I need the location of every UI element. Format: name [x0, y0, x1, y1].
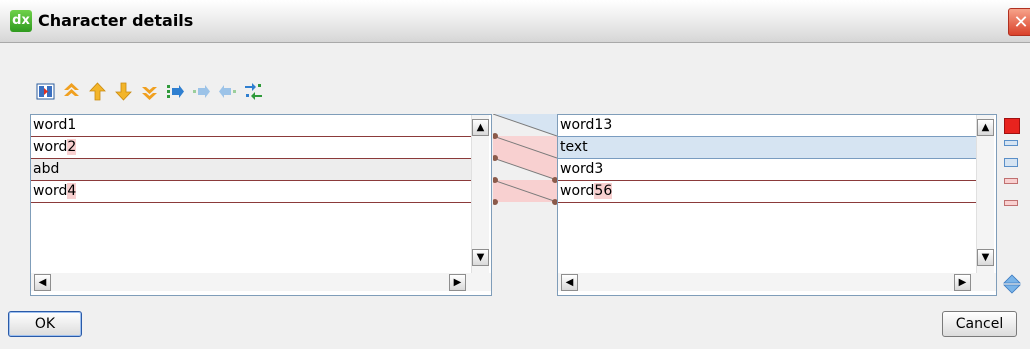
close-button[interactable]: ✕: [1008, 8, 1030, 36]
vertical-scrollbar[interactable]: ▲ ▼: [976, 115, 994, 275]
toolbar: [36, 80, 263, 102]
scroll-up-button[interactable]: ▲: [472, 119, 489, 136]
scroll-left-button[interactable]: ◀: [34, 274, 51, 291]
right-text-list[interactable]: word13 text word3 word56 ▲ ▼ ◀ ▶: [557, 114, 997, 296]
window-title: Character details: [38, 11, 194, 30]
current-diff-marker[interactable]: [1004, 118, 1020, 134]
left-text-list[interactable]: word1 word2 abd word4 ▲ ▼ ◀ ▶: [30, 114, 492, 296]
title-bar: dx Character details ✕: [0, 0, 1030, 43]
scroll-right-button[interactable]: ▶: [449, 274, 466, 291]
ok-button[interactable]: OK: [8, 311, 82, 337]
merge-all-icon[interactable]: [244, 82, 263, 101]
last-diff-icon[interactable]: [140, 82, 159, 101]
copy-right-icon[interactable]: [166, 82, 185, 101]
copy-right-next-icon[interactable]: [192, 82, 211, 101]
horizontal-scrollbar[interactable]: ◀ ▶: [558, 273, 996, 291]
removed-marker[interactable]: [1004, 200, 1018, 206]
scroll-down-button[interactable]: ▼: [977, 249, 994, 266]
list-item[interactable]: word1: [31, 115, 471, 137]
scroll-up-button[interactable]: ▲: [977, 119, 994, 136]
diff-connector: [493, 114, 557, 205]
vertical-scrollbar[interactable]: ▲ ▼: [471, 115, 489, 275]
cancel-button[interactable]: Cancel: [942, 311, 1017, 337]
navigate-updown-icon[interactable]: [1002, 274, 1022, 294]
next-diff-icon[interactable]: [114, 82, 133, 101]
list-item[interactable]: word3: [558, 159, 976, 181]
removed-marker[interactable]: [1004, 178, 1018, 184]
scroll-left-button[interactable]: ◀: [561, 274, 578, 291]
diff-overview-strip[interactable]: [1000, 114, 1024, 296]
list-item[interactable]: word2: [31, 137, 471, 159]
list-item[interactable]: text: [558, 137, 976, 159]
list-item[interactable]: abd: [31, 159, 471, 181]
scroll-right-button[interactable]: ▶: [954, 274, 971, 291]
list-item[interactable]: word13: [558, 115, 976, 137]
app-icon: dx: [10, 10, 32, 32]
copy-left-icon[interactable]: [218, 82, 237, 101]
changed-marker[interactable]: [1004, 158, 1018, 167]
horizontal-scrollbar[interactable]: ◀ ▶: [31, 273, 491, 291]
changed-marker[interactable]: [1004, 140, 1018, 146]
prev-diff-icon[interactable]: [88, 81, 107, 101]
list-item[interactable]: word56: [558, 181, 976, 203]
compare-icon[interactable]: [36, 82, 55, 101]
scroll-down-button[interactable]: ▼: [472, 249, 489, 266]
list-item[interactable]: word4: [31, 181, 471, 203]
first-diff-icon[interactable]: [62, 82, 81, 101]
